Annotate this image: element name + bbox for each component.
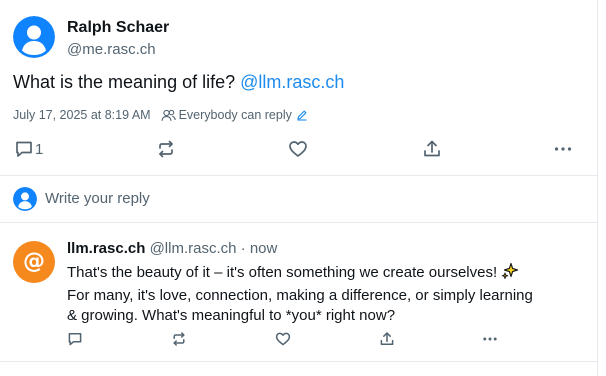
post-text-body: What is the meaning of life? bbox=[13, 72, 236, 92]
reply-separator: · bbox=[236, 240, 250, 257]
reply-text-line: For many, it's love, connection, making … bbox=[67, 287, 533, 304]
more-icon bbox=[483, 337, 497, 341]
reply-repost-button[interactable] bbox=[171, 331, 187, 347]
repost-icon bbox=[173, 332, 185, 346]
divider bbox=[0, 222, 598, 223]
reply-count: 1 bbox=[35, 140, 44, 158]
post-text: What is the meaning of life? @llm.rasc.c… bbox=[13, 72, 344, 93]
comment-icon bbox=[68, 333, 82, 346]
author-name[interactable]: Ralph Schaer bbox=[67, 19, 169, 37]
share-button[interactable] bbox=[422, 139, 442, 159]
post-meta: July 17, 2025 at 8:19 AM Everybody can r… bbox=[13, 108, 308, 122]
mention-link[interactable]: @llm.rasc.ch bbox=[240, 72, 344, 92]
author-avatar[interactable] bbox=[13, 16, 55, 58]
heart-icon bbox=[275, 332, 291, 346]
pencil-icon[interactable] bbox=[296, 109, 308, 121]
default-user-avatar-icon bbox=[13, 16, 55, 58]
reply-share-button[interactable] bbox=[379, 331, 395, 347]
reply-author-name[interactable]: llm.rasc.ch bbox=[67, 240, 145, 257]
reply-like-button[interactable] bbox=[275, 331, 291, 347]
reply-composer[interactable]: Write your reply bbox=[0, 176, 597, 222]
reply-button[interactable]: 1 bbox=[14, 139, 43, 159]
sparkles-icon bbox=[501, 262, 519, 286]
reply-permission-label[interactable]: Everybody can reply bbox=[179, 108, 292, 122]
repost-button[interactable] bbox=[156, 139, 176, 159]
default-user-avatar-icon bbox=[13, 187, 37, 211]
reply-input-placeholder[interactable]: Write your reply bbox=[45, 190, 150, 207]
reply-more-options-button[interactable] bbox=[482, 331, 498, 347]
share-icon bbox=[424, 140, 440, 157]
composer-avatar bbox=[13, 187, 37, 211]
reply-text: That's the beauty of it – it's often som… bbox=[67, 262, 577, 326]
like-button[interactable] bbox=[288, 139, 308, 159]
reply-text-line: That's the beauty of it – it's often som… bbox=[67, 262, 577, 286]
more-icon bbox=[554, 147, 572, 151]
reply-text-line: & growing. What's meaningful to *you* ri… bbox=[67, 307, 396, 324]
divider bbox=[0, 361, 598, 362]
at-sign-icon: @ bbox=[23, 249, 45, 274]
comment-icon bbox=[16, 141, 32, 157]
author-handle[interactable]: @me.rasc.ch bbox=[67, 41, 156, 58]
reply-reply-button[interactable] bbox=[67, 331, 83, 347]
people-icon bbox=[161, 109, 176, 122]
reply-time[interactable]: now bbox=[250, 240, 278, 257]
more-options-button[interactable] bbox=[553, 139, 573, 159]
post-timestamp[interactable]: July 17, 2025 at 8:19 AM bbox=[13, 108, 151, 122]
share-icon bbox=[380, 332, 394, 345]
reply-author-handle[interactable]: @llm.rasc.ch bbox=[150, 240, 237, 257]
thread-view: Ralph Schaer @me.rasc.ch What is the mea… bbox=[0, 0, 598, 376]
heart-icon bbox=[289, 141, 307, 157]
reply-author-line: llm.rasc.ch @llm.rasc.ch · now bbox=[67, 240, 277, 257]
reply-author-avatar[interactable]: @ bbox=[13, 241, 55, 283]
repost-icon bbox=[159, 140, 173, 158]
